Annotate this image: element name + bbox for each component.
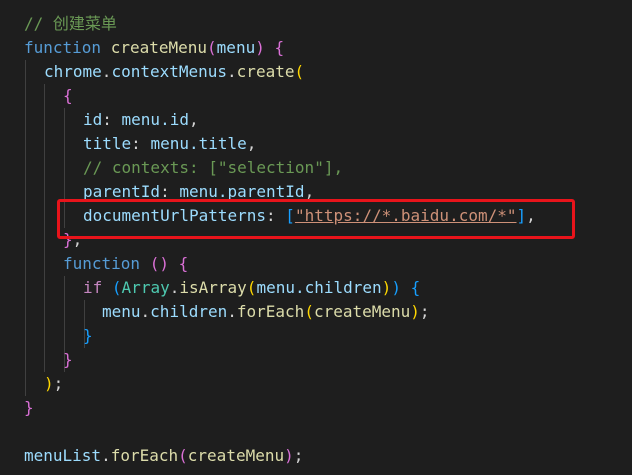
- code-line-12: if (Array.isArray(menu.children)) {: [83, 278, 421, 297]
- code-bracket: ): [255, 38, 265, 57]
- code-line-14: }: [83, 324, 93, 348]
- code-bracket: }: [24, 398, 34, 417]
- code-value: menu.children: [256, 278, 382, 297]
- code-bracket: (: [246, 278, 257, 297]
- code-property: contextMenus: [111, 62, 228, 81]
- code-line-11: function () {: [63, 252, 188, 276]
- code-line-17: }: [24, 396, 34, 420]
- indent-guide: [44, 84, 45, 372]
- code-line-4: {: [63, 84, 73, 108]
- code-bracket: (: [111, 278, 122, 297]
- highlight-annotation-box: [57, 199, 575, 239]
- code-keyword: function: [63, 254, 141, 273]
- indent-guide: [25, 60, 26, 396]
- code-function-name: createMenu: [110, 38, 208, 57]
- code-line-5: id: menu.id,: [83, 110, 199, 129]
- code-bracket: (): [149, 254, 169, 273]
- code-bracket: (: [178, 446, 188, 465]
- code-property: children: [150, 302, 228, 321]
- code-bracket: ): [284, 446, 294, 465]
- code-editor[interactable]: // 创建菜单 function createMenu(menu) { chro…: [0, 0, 632, 475]
- code-line-1: // 创建菜单: [24, 12, 117, 36]
- code-line-6: title: menu.title,: [83, 134, 257, 153]
- code-bracket: ): [381, 278, 392, 297]
- code-variable: menuList: [24, 446, 102, 465]
- code-bracket: {: [178, 254, 189, 273]
- code-value: menu.title: [150, 134, 247, 153]
- code-comment: // 创建菜单: [24, 14, 117, 33]
- code-line-13: menu.children.forEach(createMenu);: [102, 302, 430, 321]
- code-bracket: {: [63, 86, 73, 105]
- code-variable: chrome: [44, 62, 102, 81]
- code-bracket: }: [63, 350, 73, 369]
- code-keyword: if: [83, 278, 103, 297]
- code-bracket: (: [304, 302, 314, 321]
- code-bracket: (: [294, 62, 305, 81]
- code-line-16: );: [44, 374, 64, 393]
- code-class: Array: [121, 278, 170, 297]
- code-bracket: }: [83, 326, 93, 345]
- code-function-ref: createMenu: [187, 446, 285, 465]
- code-bracket: {: [410, 278, 421, 297]
- code-value: menu.id: [121, 110, 189, 129]
- code-parameter: menu: [216, 38, 256, 57]
- code-keyword: function: [24, 38, 102, 57]
- code-bracket: ): [410, 302, 420, 321]
- code-bracket: ): [44, 374, 54, 393]
- code-function-call: forEach: [236, 302, 305, 321]
- code-line-19: menuList.forEach(createMenu);: [24, 446, 304, 465]
- code-bracket: {: [274, 38, 285, 57]
- code-function-ref: createMenu: [313, 302, 411, 321]
- code-function-call: isArray: [179, 278, 247, 297]
- code-function-call: create: [236, 62, 295, 81]
- code-bracket: (: [207, 38, 217, 57]
- code-function-call: forEach: [110, 446, 179, 465]
- code-variable: menu: [102, 302, 141, 321]
- code-object-key: id: [83, 110, 103, 129]
- code-line-3: chrome.contextMenus.create(: [44, 62, 305, 81]
- code-bracket: ): [391, 278, 401, 297]
- code-line-7: // contexts: ["selection"],: [83, 156, 343, 180]
- code-line-2: function createMenu(menu) {: [24, 36, 284, 60]
- code-comment: // contexts: ["selection"],: [83, 158, 344, 177]
- code-line-15: }: [63, 348, 73, 372]
- code-object-key: title: [83, 134, 132, 153]
